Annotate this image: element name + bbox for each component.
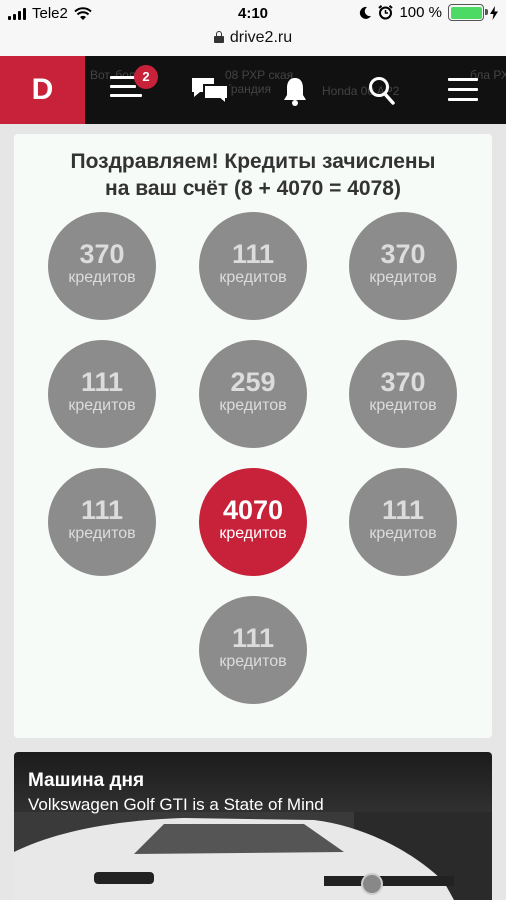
credit-amount: 111: [381, 495, 425, 525]
credit-unit: кредитов: [68, 525, 136, 542]
car-of-day-title: Машина дня: [28, 770, 145, 791]
hamburger-menu-icon[interactable]: [448, 78, 478, 108]
site-header: Вот, бол 08 РХР ская Грандия Honda 00 AP…: [0, 56, 506, 124]
charging-icon: [490, 5, 498, 20]
credits-title: Поздравляем! Кредиты зачислены на ваш сч…: [14, 148, 492, 202]
alarm-icon: [378, 5, 394, 20]
battery-icon: [448, 4, 488, 21]
credits-card: Поздравляем! Кредиты зачислены на ваш сч…: [14, 134, 492, 738]
credit-unit: кредитов: [68, 269, 136, 286]
status-bar: Tele2 4:10 100 %: [0, 0, 506, 28]
credits-title-line1: Поздравляем! Кредиты зачислены: [70, 150, 436, 173]
credit-coin-selected[interactable]: 4070 кредитов: [199, 468, 307, 576]
credit-amount: 370: [380, 239, 426, 269]
status-right: 100 %: [358, 4, 498, 21]
credit-coin[interactable]: 111 кредитов: [48, 340, 156, 448]
credit-coin[interactable]: 111 кредитов: [199, 596, 307, 704]
credit-amount: 370: [380, 367, 426, 397]
drive2-logo[interactable]: D: [0, 56, 85, 124]
lock-icon: [213, 31, 224, 43]
credit-coin[interactable]: 111 кредитов: [349, 468, 457, 576]
credit-amount: 370: [79, 239, 125, 269]
notification-badge: 2: [134, 65, 158, 89]
credit-amount: 111: [231, 239, 275, 269]
credit-amount: 259: [230, 367, 276, 397]
search-icon[interactable]: [368, 76, 396, 106]
credit-amount: 111: [231, 623, 275, 653]
car-of-day-card[interactable]: Машина дня Volkswagen Golf GTI is a Stat…: [14, 752, 492, 900]
credit-unit: кредитов: [219, 525, 287, 542]
credit-coin[interactable]: 370 кредитов: [349, 212, 457, 320]
credits-title-line2: на ваш счёт (8 + 4070 = 4078): [105, 177, 401, 200]
credit-coin[interactable]: 370 кредитов: [349, 340, 457, 448]
credit-coin[interactable]: 111 кредитов: [199, 212, 307, 320]
credit-unit: кредитов: [219, 653, 287, 670]
battery-percent: 100 %: [399, 4, 442, 21]
bell-icon[interactable]: [282, 76, 308, 106]
credit-coin[interactable]: 259 кредитов: [199, 340, 307, 448]
url-text: drive2.ru: [229, 29, 293, 46]
moon-icon: [360, 6, 372, 19]
credit-unit: кредитов: [68, 397, 136, 414]
credit-amount: 111: [80, 495, 124, 525]
car-photo: [14, 812, 492, 900]
credit-amount: 4070: [222, 495, 284, 525]
credit-coin[interactable]: 370 кредитов: [48, 212, 156, 320]
credit-coin[interactable]: 111 кредитов: [48, 468, 156, 576]
messages-icon[interactable]: [190, 76, 230, 106]
credit-unit: кредитов: [369, 269, 437, 286]
credit-amount: 111: [80, 367, 124, 397]
address-bar[interactable]: drive2.ru: [0, 28, 506, 56]
credit-unit: кредитов: [219, 269, 287, 286]
credit-unit: кредитов: [369, 525, 437, 542]
credit-unit: кредитов: [219, 397, 287, 414]
credit-unit: кредитов: [369, 397, 437, 414]
car-of-day-subtitle[interactable]: Volkswagen Golf GTI is a State of Mind: [28, 795, 324, 815]
